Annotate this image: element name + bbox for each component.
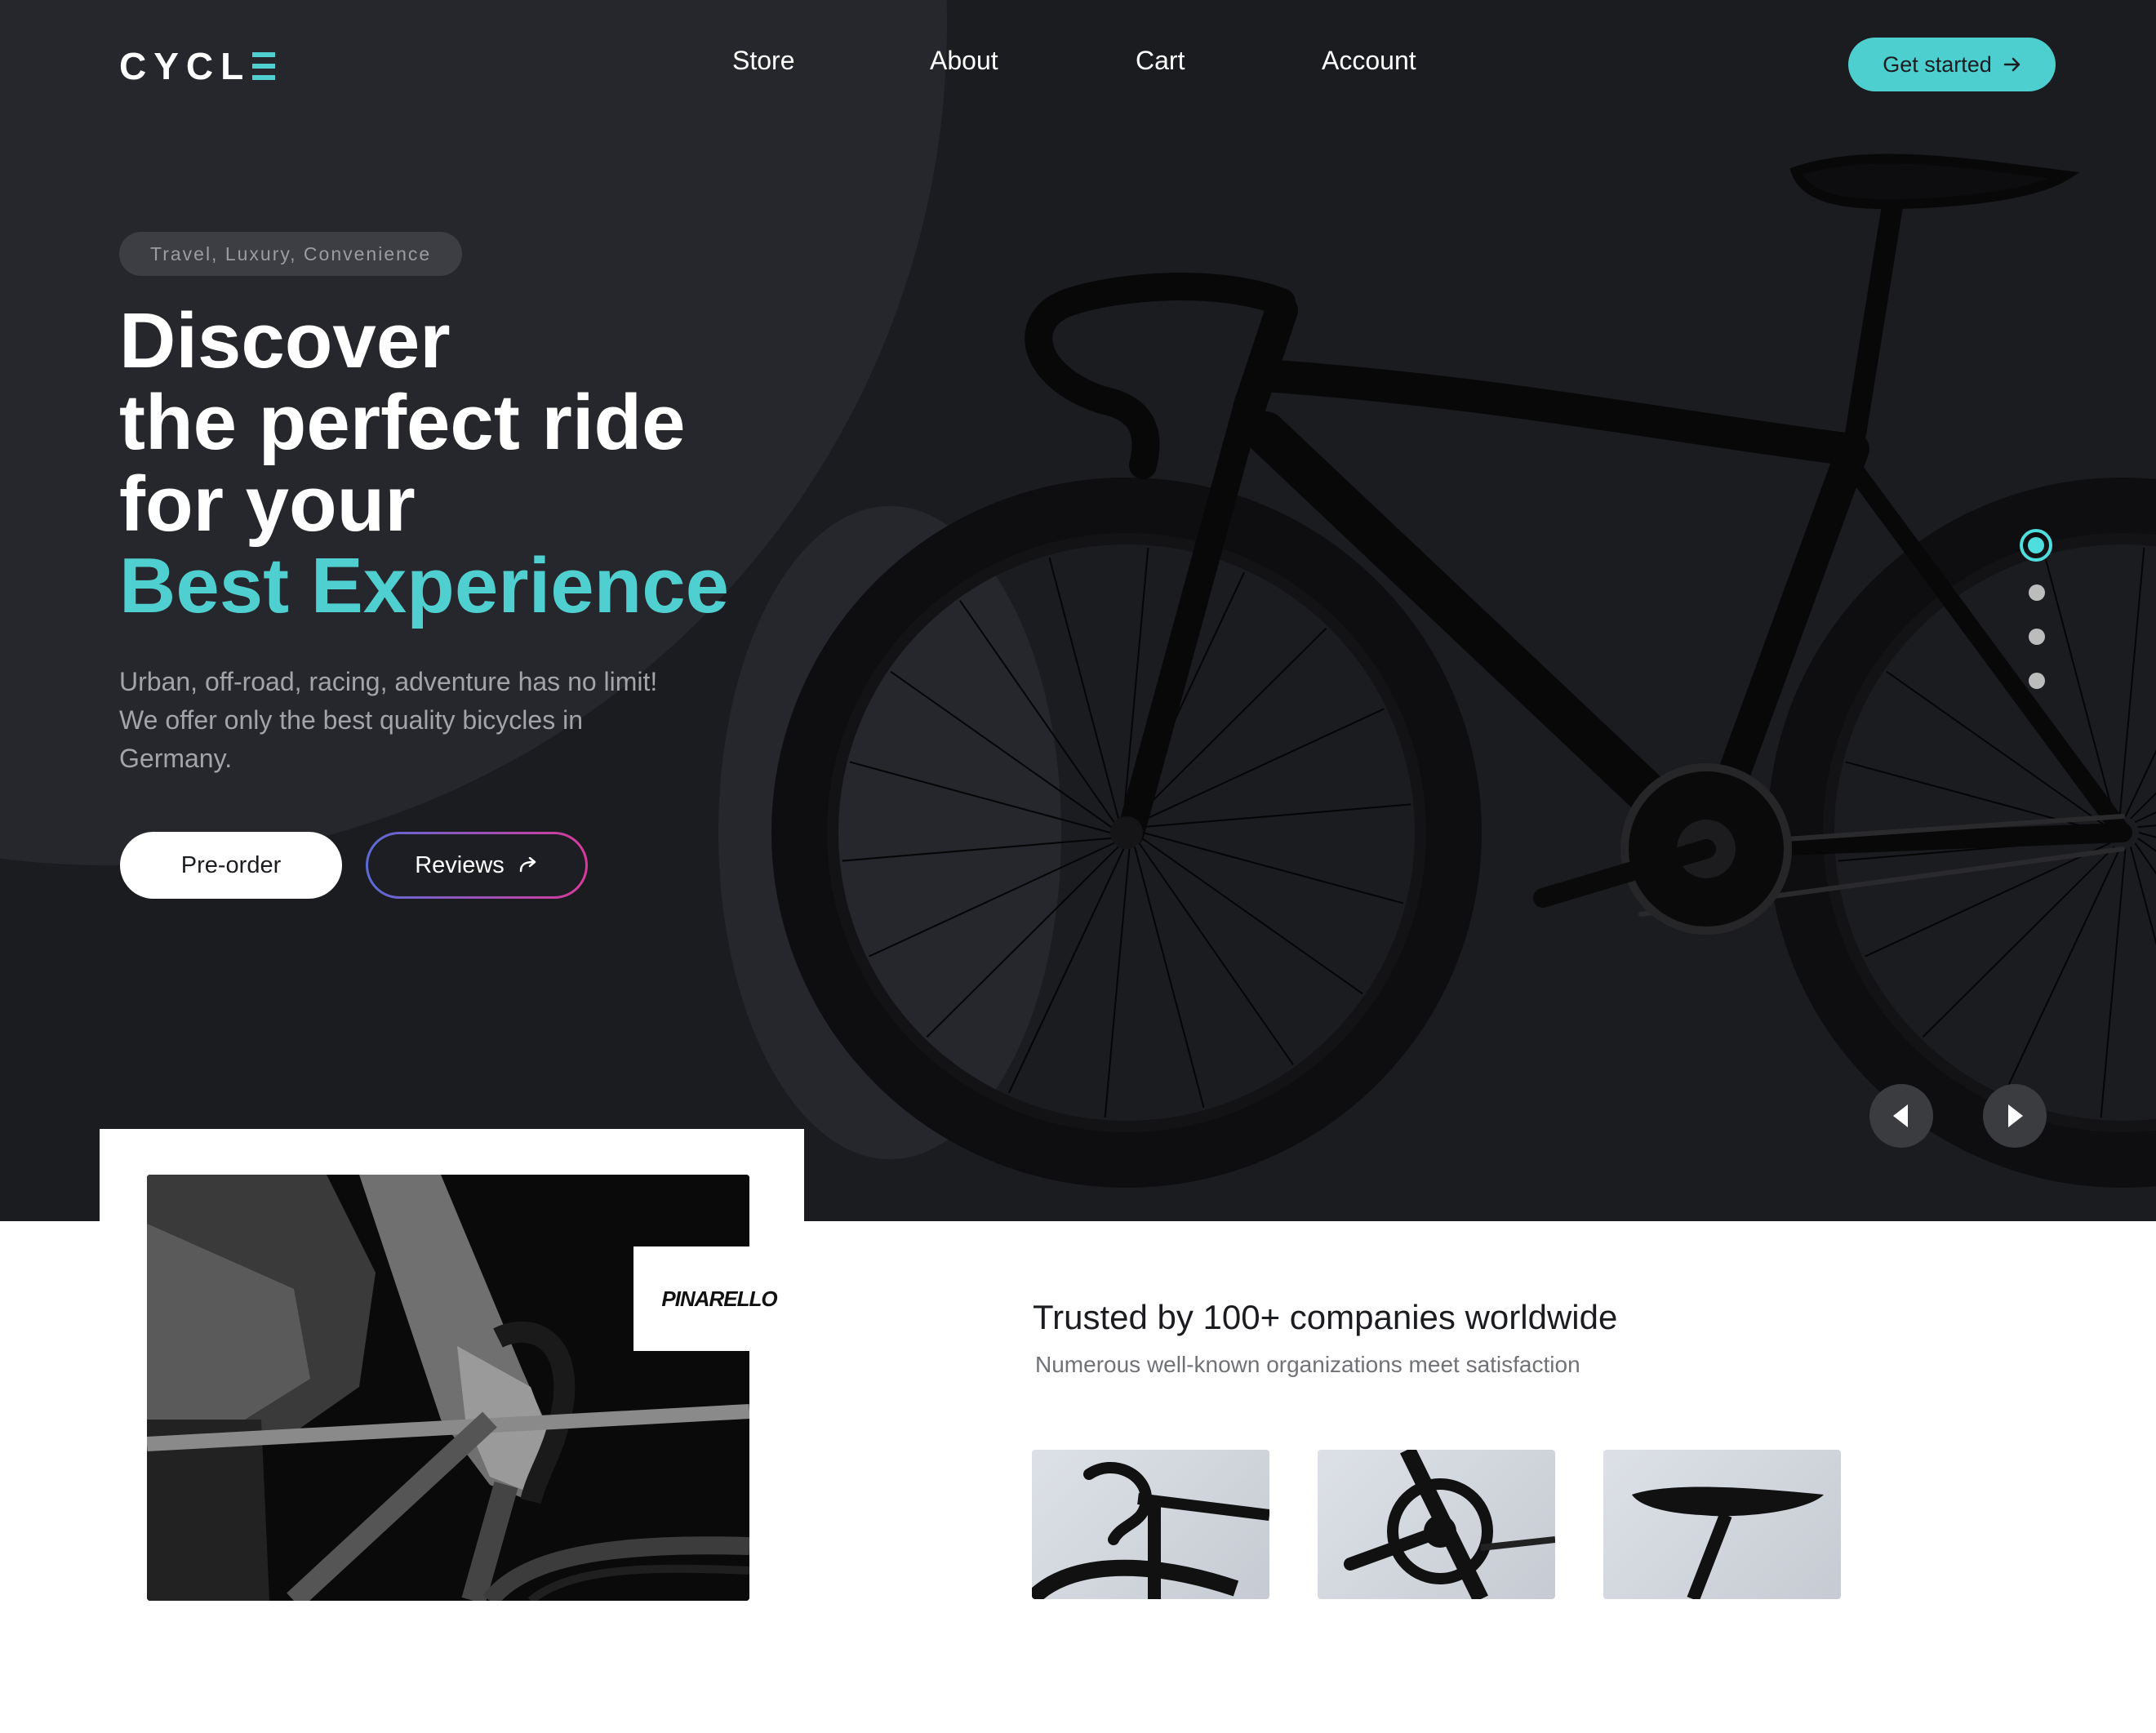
thumbnail-saddle[interactable] — [1603, 1450, 1841, 1599]
arrow-right-icon — [2003, 57, 2020, 72]
carousel-dot-2[interactable] — [2029, 584, 2045, 601]
reviews-label: Reviews — [415, 851, 505, 878]
bicycle-image — [771, 153, 2156, 1188]
nav-about[interactable]: About — [930, 46, 998, 76]
crankset-image — [1344, 1450, 1555, 1599]
thumbnail-crankset[interactable] — [1318, 1450, 1555, 1599]
pinarello-logo: PINARELLO — [633, 1246, 805, 1351]
hero-headline: Discover the perfect ride for your Best … — [119, 300, 936, 627]
rider-photo — [147, 1175, 749, 1601]
logo-e-mark — [252, 52, 276, 80]
carousel-prev-button[interactable] — [1869, 1084, 1933, 1148]
tagline-badge: Travel, Luxury, Convenience — [119, 232, 463, 276]
triangle-right-icon — [2008, 1104, 2023, 1127]
trusted-subheading: Numerous well-known organizations meet s… — [1035, 1352, 1580, 1377]
headline-accent: Best Experience — [119, 542, 730, 629]
rider-illustration — [147, 1175, 749, 1601]
nav-account[interactable]: Account — [1322, 46, 1416, 76]
headline-line-2: the perfect ride — [119, 379, 686, 466]
triangle-left-icon — [1893, 1104, 1908, 1127]
reviews-button-inner: Reviews — [368, 834, 585, 896]
nav-store[interactable]: Store — [732, 46, 794, 76]
thumbnail-handlebar[interactable] — [1032, 1450, 1269, 1599]
headline-line-1: Discover — [119, 297, 451, 384]
hero-description: Urban, off-road, racing, adventure has n… — [119, 667, 658, 773]
reviews-button[interactable]: Reviews — [366, 832, 588, 899]
hero-section: CYCL Store About Cart Account Get starte… — [0, 0, 2156, 1221]
saddle-image — [1632, 1486, 1824, 1599]
carousel-dot-4[interactable] — [2029, 673, 2045, 689]
get-started-label: Get started — [1883, 51, 1992, 77]
carousel-next-button[interactable] — [1983, 1084, 2047, 1148]
nav-cart[interactable]: Cart — [1136, 46, 1185, 76]
handlebar-image — [1032, 1461, 1269, 1599]
get-started-button[interactable]: Get started — [1848, 38, 2056, 91]
trusted-heading: Trusted by 100+ companies worldwide — [1033, 1298, 1618, 1336]
carousel-dot-1-active[interactable] — [2020, 529, 2052, 562]
carousel-dot-3[interactable] — [2029, 629, 2045, 645]
headline-line-3: for your — [119, 460, 416, 548]
landing-page: CYCL Store About Cart Account Get starte… — [0, 0, 2156, 1733]
logo-text: CYCL — [119, 45, 251, 87]
preorder-button[interactable]: Pre-order — [120, 832, 342, 899]
redo-arrow-icon — [519, 857, 536, 873]
brand-logo[interactable]: CYCL — [119, 44, 276, 88]
